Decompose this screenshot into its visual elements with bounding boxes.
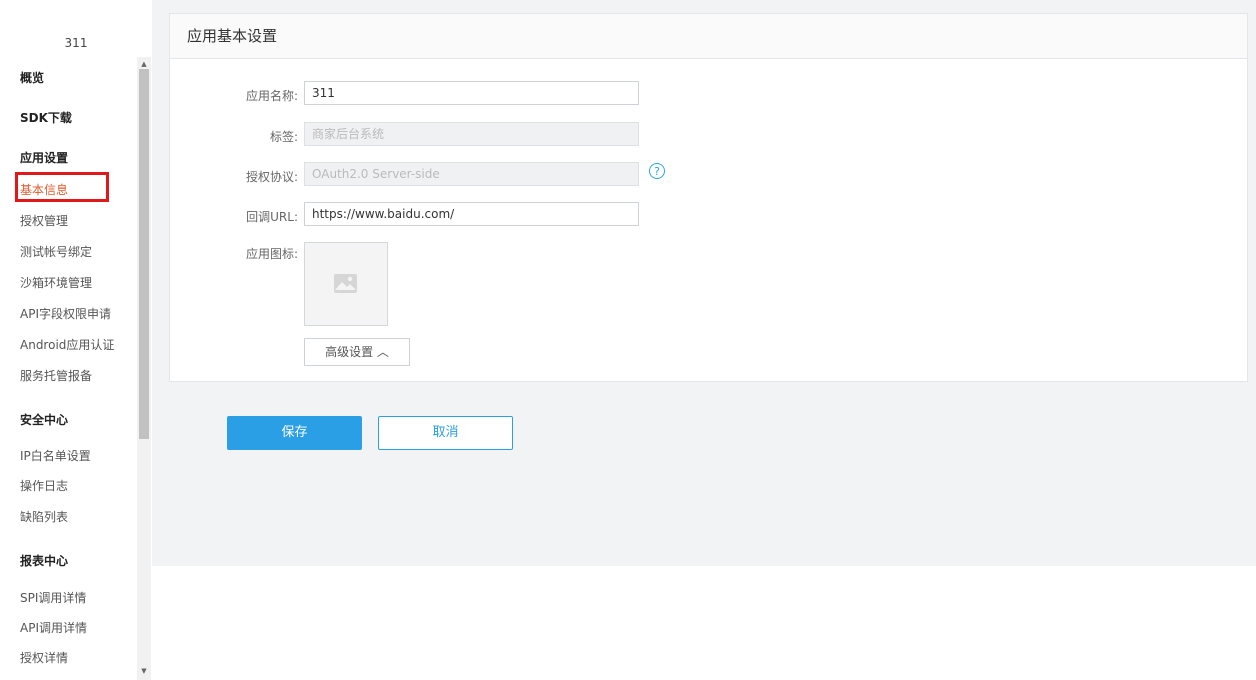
- sidebar-item-api-details[interactable]: API调用详情: [20, 619, 87, 636]
- sidebar-item-android-cert[interactable]: Android应用认证: [20, 336, 114, 353]
- callback-url-label: 回调URL:: [246, 210, 298, 224]
- callback-url-input[interactable]: https://www.baidu.com/: [304, 202, 639, 226]
- advanced-settings-button[interactable]: 高级设置 ︿: [304, 338, 410, 366]
- active-item-highlight: [15, 172, 109, 202]
- sidebar-section-security: 安全中心: [20, 413, 69, 427]
- sidebar-item-auth-management[interactable]: 授权管理: [20, 212, 68, 229]
- sidebar-item-api-field-permission[interactable]: API字段权限申请: [20, 305, 111, 322]
- tag-label: 标签:: [269, 130, 298, 144]
- save-button[interactable]: 保存: [227, 416, 362, 450]
- main-content: 应用基本设置 应用名称: 311 标签: 商家后台系统 授权协议: OAuth2…: [152, 0, 1256, 566]
- sidebar-item-test-account[interactable]: 测试帐号绑定: [20, 243, 92, 260]
- app-id: 311: [64, 36, 88, 50]
- sidebar-item-sandbox[interactable]: 沙箱环境管理: [20, 274, 92, 291]
- scroll-up-arrow-icon[interactable]: ▲: [139, 59, 149, 69]
- sidebar-item-overview[interactable]: 概览: [20, 69, 44, 86]
- sidebar-item-sdk-download[interactable]: SDK下载: [20, 109, 72, 126]
- help-icon[interactable]: ?: [649, 163, 665, 179]
- cancel-button[interactable]: 取消: [378, 416, 513, 450]
- app-name-input[interactable]: 311: [304, 81, 639, 105]
- sidebar-section-reports: 报表中心: [20, 554, 69, 568]
- settings-panel: 应用基本设置 应用名称: 311 标签: 商家后台系统 授权协议: OAuth2…: [169, 13, 1248, 382]
- sidebar: 311 概览 SDK下载 应用设置 基本信息 授权管理 测试帐号绑定 沙箱环境管…: [0, 0, 152, 680]
- sidebar-item-auth-details[interactable]: 授权详情: [20, 649, 68, 666]
- auth-protocol-input: OAuth2.0 Server-side: [304, 162, 639, 186]
- sidebar-item-ip-whitelist[interactable]: IP白名单设置: [20, 447, 91, 464]
- scroll-down-arrow-icon[interactable]: ▼: [139, 666, 149, 676]
- footer-area: [152, 566, 1256, 680]
- page-title: 应用基本设置: [187, 27, 278, 45]
- app-icon-label: 应用图标:: [245, 247, 298, 261]
- sidebar-item-operation-log[interactable]: 操作日志: [20, 477, 68, 494]
- sidebar-scrollbar[interactable]: ▲ ▼: [137, 57, 151, 680]
- tag-input: 商家后台系统: [304, 122, 639, 146]
- scrollbar-thumb[interactable]: [139, 69, 149, 439]
- sidebar-item-service-hosting[interactable]: 服务托管报备: [20, 367, 92, 384]
- image-placeholder-icon: [334, 274, 357, 293]
- panel-header: 应用基本设置: [170, 14, 1247, 59]
- app-name-label: 应用名称:: [245, 89, 298, 103]
- sidebar-item-defect-list[interactable]: 缺陷列表: [20, 508, 68, 525]
- auth-protocol-label: 授权协议:: [245, 170, 298, 184]
- sidebar-section-app-settings: 应用设置: [20, 151, 69, 165]
- sidebar-item-spi-details[interactable]: SPI调用详情: [20, 589, 86, 606]
- app-icon-upload[interactable]: [304, 242, 388, 326]
